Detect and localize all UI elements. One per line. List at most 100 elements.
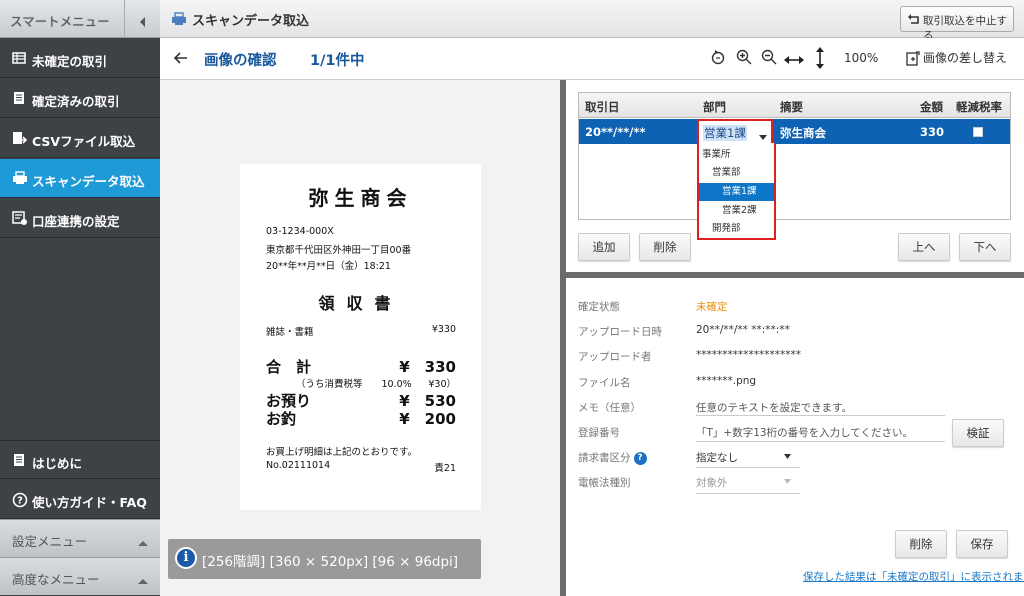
sidebar-item-confirmed[interactable]: 確定済みの取引 <box>0 79 160 118</box>
help-circle-icon: ? <box>12 492 28 511</box>
receipt-number: No.02111014 <box>266 460 331 471</box>
col-dept: 部門 <box>703 100 726 114</box>
smart-menu-header: スマートメニュー <box>0 0 160 38</box>
dept-dropdown-list: 事業所 営業部 営業1課 営業2課 開発部 <box>697 143 776 240</box>
sidebar-item-label: 使い方ガイド・FAQ <box>32 495 147 510</box>
help-icon[interactable]: ? <box>633 451 647 465</box>
pane-splitter-horizontal[interactable] <box>566 272 1024 278</box>
unconfirmed-transactions-link[interactable]: 保存した結果は「未確定の取引」に表示されます <box>803 569 1024 584</box>
fit-height-icon[interactable] <box>814 47 826 73</box>
row-amount: 330 <box>920 125 945 139</box>
dept-option[interactable]: 開発部 <box>712 220 775 238</box>
uploader-value: ******************** <box>696 349 801 361</box>
receipt-datetime: 20**年**月**日（金）18:21 <box>266 261 391 272</box>
upload-date-label: アップロード日時 <box>578 326 662 338</box>
smart-menu-title: スマートメニュー <box>10 14 110 29</box>
info-icon: i <box>175 547 197 569</box>
dept-option[interactable]: 事業所 <box>702 146 775 164</box>
filename-value: *******.png <box>696 375 757 387</box>
invoice-type-select[interactable]: 指定なし <box>696 450 799 465</box>
sidebar-item-unconfirmed[interactable]: 未確定の取引 <box>0 39 160 78</box>
sidebar: スマートメニュー 未確定の取引 確定済みの取引 CSVファイル取込 スキャンデー… <box>0 0 160 596</box>
memo-input[interactable]: 任意のテキストを設定できます。 <box>696 400 852 415</box>
invoice-type-label: 請求書区分? <box>578 450 647 465</box>
row-date: 20**/**/** <box>585 125 646 139</box>
pane-splitter-vertical[interactable] <box>560 80 566 596</box>
verify-button[interactable]: 検証 <box>952 419 1004 447</box>
advanced-menu-label: 高度なメニュー <box>12 572 100 587</box>
back-arrow-icon[interactable] <box>172 50 188 69</box>
dept-option[interactable]: 営業部 <box>712 164 775 182</box>
ebook-type-value: 対象外 <box>696 477 728 489</box>
col-reduced-tax: 軽減税率 <box>956 100 1002 114</box>
rotate-icon[interactable] <box>710 49 726 69</box>
receipt-change-value: ¥ 200 <box>399 410 456 428</box>
image-info-badge: i [256階調] [360 × 520px] [96 × 96dpi] <box>168 539 481 579</box>
status-label: 確定状態 <box>578 301 620 313</box>
zoom-out-icon[interactable] <box>761 49 777 69</box>
save-button[interactable]: 保存 <box>956 530 1008 558</box>
receipt-total-value: ¥ 330 <box>399 358 456 376</box>
zoom-level: 100% <box>844 51 879 65</box>
svg-text:?: ? <box>17 496 23 507</box>
table-icon <box>12 51 26 68</box>
table-row[interactable]: 20**/**/** 弥生商会 330 <box>579 119 1010 144</box>
document-icon <box>12 91 26 108</box>
receipt-address: 東京都千代田区外神田一丁目00番 <box>266 245 412 256</box>
delete-data-button[interactable]: 削除 <box>895 530 947 558</box>
zoom-in-icon[interactable] <box>736 49 752 69</box>
receipt-total-label: 合 計 <box>266 358 312 376</box>
sidebar-item-getting-started[interactable]: はじめに <box>0 440 160 479</box>
replace-image-button[interactable]: 画像の差し替え <box>906 49 1007 66</box>
ebook-type-select[interactable]: 対象外 <box>696 475 799 490</box>
move-up-button[interactable]: 上へ <box>898 233 950 261</box>
sidebar-item-label: スキャンデータ取込 <box>32 174 145 189</box>
sidebar-item-bank-settings[interactable]: 口座連携の設定 <box>0 199 160 238</box>
replace-image-icon <box>906 51 920 66</box>
filename-label: ファイル名 <box>578 377 631 389</box>
fit-width-icon[interactable] <box>784 51 804 70</box>
table-header: 取引日 部門 摘要 金額 軽減税率 <box>579 93 1010 118</box>
col-date: 取引日 <box>585 100 620 114</box>
collapse-sidebar-icon[interactable] <box>138 13 146 32</box>
scanner-icon <box>171 11 187 30</box>
image-toolbar: 画像の確認 1/1件中 100% 画像の差し替え <box>160 38 1024 80</box>
reduced-tax-checkbox[interactable] <box>973 127 983 137</box>
sidebar-item-label: 確定済みの取引 <box>32 94 120 109</box>
transaction-table: 取引日 部門 摘要 金額 軽減税率 20**/**/** 弥生商会 330 <box>578 92 1011 220</box>
replace-image-label: 画像の差し替え <box>923 51 1008 65</box>
settings-menu-toggle[interactable]: 設定メニュー <box>0 519 160 557</box>
sidebar-item-csv-import[interactable]: CSVファイル取込 <box>0 119 160 158</box>
dept-option-selected[interactable]: 営業1課 <box>699 183 774 201</box>
cancel-import-button[interactable]: 取引取込を中止する <box>900 6 1014 42</box>
sidebar-item-label: はじめに <box>32 456 83 471</box>
delete-row-button[interactable]: 削除 <box>639 233 691 261</box>
upload-date-value: 20**/**/** **:**:** <box>696 324 790 336</box>
uploader-label: アップロード者 <box>578 351 652 363</box>
row-desc: 弥生商会 <box>780 126 826 140</box>
receipt-tax-label: （うち消費税等 10.0% <box>296 379 412 390</box>
chevron-down-icon <box>784 479 791 484</box>
page-header: スキャンデータ取込 取引取込を中止する <box>160 0 1024 42</box>
dept-option[interactable]: 営業2課 <box>722 202 775 220</box>
toolbar-title: 画像の確認 <box>204 53 277 69</box>
receipt-tax-value: ¥30） <box>428 379 456 390</box>
invoice-type-value: 指定なし <box>696 452 738 464</box>
sidebar-item-label: 未確定の取引 <box>32 54 108 69</box>
advanced-menu-toggle[interactable]: 高度なメニュー <box>0 557 160 595</box>
add-row-button[interactable]: 追加 <box>578 233 630 261</box>
page-title: スキャンデータ取込 <box>192 14 310 29</box>
receipt-title: 領収書 <box>318 294 403 313</box>
sidebar-item-guide-faq[interactable]: ? 使い方ガイド・FAQ <box>0 480 160 519</box>
ebook-type-label: 電帳法種別 <box>578 477 631 489</box>
invoice-type-text: 請求書区分 <box>578 452 631 464</box>
receipt-store-name: 弥生商会 <box>308 186 413 210</box>
registration-number-input[interactable]: 「T」+数字13桁の番号を入力してください。 <box>696 425 913 440</box>
sidebar-item-scan-import[interactable]: スキャンデータ取込 <box>0 159 160 198</box>
move-down-button[interactable]: 下へ <box>959 233 1011 261</box>
chevron-down-icon <box>784 454 791 459</box>
dept-select[interactable]: 営業1課 <box>697 119 773 143</box>
col-desc: 摘要 <box>780 100 803 114</box>
return-icon <box>908 14 919 24</box>
registration-number-label: 登録番号 <box>578 427 620 439</box>
